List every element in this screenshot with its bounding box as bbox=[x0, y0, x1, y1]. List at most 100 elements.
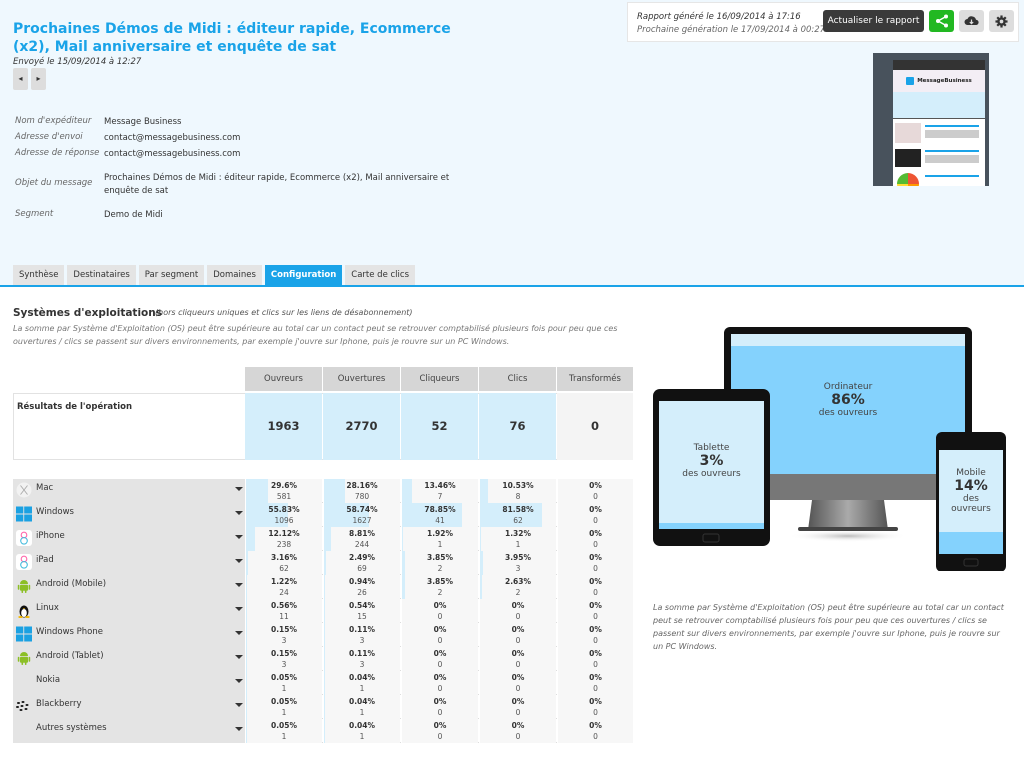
cell-count: 238 bbox=[276, 540, 292, 549]
cell-ouvertures: 0.04% 1 bbox=[323, 671, 400, 695]
previous-button[interactable]: ◂ bbox=[13, 68, 28, 90]
os-row-toggle[interactable]: Blackberry bbox=[13, 695, 245, 719]
os-name: Nokia bbox=[36, 675, 61, 685]
cell-count: 15 bbox=[357, 612, 367, 621]
tab-par-segment[interactable]: Par segment bbox=[138, 265, 205, 285]
cell-count: 3 bbox=[359, 660, 365, 669]
cell-cliqueurs: 78.85% 41 bbox=[401, 503, 478, 527]
tab-synthese[interactable]: Synthèse bbox=[13, 265, 65, 285]
tab-domaines[interactable]: Domaines bbox=[207, 265, 262, 285]
cell-cliqueurs: 13.46% 7 bbox=[401, 479, 478, 503]
brand-logo-icon bbox=[906, 77, 915, 85]
windows-icon bbox=[16, 626, 32, 642]
caret-down-icon[interactable] bbox=[235, 703, 243, 707]
cell-ouvertures: 58.74% 1627 bbox=[323, 503, 400, 527]
section-description: La somme par Système d'Exploitation (OS)… bbox=[13, 324, 618, 346]
os-row-toggle[interactable]: Linux bbox=[13, 599, 245, 623]
cell-percent: 0% bbox=[589, 577, 602, 586]
os-row-toggle[interactable]: Android (Mobile) bbox=[13, 575, 245, 599]
cell-percent: 0% bbox=[589, 529, 602, 538]
tab-destinataires[interactable]: Destinataires bbox=[67, 265, 136, 285]
cell-count: 0 bbox=[437, 684, 443, 693]
cell-transformes: 0% 0 bbox=[557, 575, 633, 599]
column-header-cliqueurs: Cliqueurs bbox=[401, 367, 478, 391]
mobile-value: 14% bbox=[954, 478, 988, 494]
caret-down-icon[interactable] bbox=[235, 559, 243, 563]
os-row-toggle[interactable]: Mac bbox=[13, 479, 245, 503]
cell-clics: 0% 0 bbox=[479, 719, 556, 743]
tab-configuration[interactable]: Configuration bbox=[264, 265, 343, 285]
cell-count: 3 bbox=[515, 564, 521, 573]
cell-cliqueurs: 0% 0 bbox=[401, 599, 478, 623]
cell-count: 1096 bbox=[274, 516, 294, 525]
os-name: Windows Phone bbox=[36, 627, 103, 637]
os-row-toggle[interactable]: Nokia bbox=[13, 671, 245, 695]
cell-ouvreurs: 3.16% 62 bbox=[245, 551, 322, 575]
caret-down-icon[interactable] bbox=[235, 535, 243, 539]
info-value: Prochaines Démos de Midi : éditeur rapid… bbox=[104, 173, 450, 196]
cell-percent: 0% bbox=[589, 505, 602, 514]
cell-count: 3 bbox=[281, 636, 287, 645]
cell-count: 1 bbox=[281, 732, 287, 741]
gear-icon bbox=[995, 14, 1008, 28]
cell-cliqueurs: 0% 0 bbox=[401, 695, 478, 719]
caret-down-icon[interactable] bbox=[235, 631, 243, 635]
caret-down-icon[interactable] bbox=[235, 727, 243, 731]
table-row: Autres systèmes 0.05% 1 0.04% 1 0% 0 0% 0 0% 0 bbox=[13, 719, 633, 743]
cell-clics: 0% 0 bbox=[479, 695, 556, 719]
share-icon bbox=[935, 14, 948, 28]
os-row-toggle[interactable]: Android (Tablet) bbox=[13, 647, 245, 671]
cell-ouvreurs: 0.05% 1 bbox=[245, 671, 322, 695]
os-row-toggle[interactable]: Autres systèmes bbox=[13, 719, 245, 743]
caret-down-icon[interactable] bbox=[235, 607, 243, 611]
cell-count: 62 bbox=[279, 564, 289, 573]
refresh-report-button[interactable]: Actualiser le rapport bbox=[823, 10, 924, 32]
caret-down-icon[interactable] bbox=[235, 487, 243, 491]
cell-count: 1 bbox=[359, 708, 365, 717]
cell-count: 581 bbox=[276, 492, 292, 501]
cell-count: 0 bbox=[437, 636, 443, 645]
mac-icon bbox=[16, 482, 32, 498]
cell-ouvreurs: 12.12% 238 bbox=[245, 527, 322, 551]
caret-down-icon[interactable] bbox=[235, 679, 243, 683]
cell-ouvertures: 0.04% 1 bbox=[323, 695, 400, 719]
cell-percent: 0.05% bbox=[270, 673, 298, 682]
settings-button[interactable] bbox=[989, 10, 1014, 32]
cell-percent: 0% bbox=[433, 673, 447, 682]
share-button[interactable] bbox=[929, 10, 954, 32]
cell-percent: 2.49% bbox=[348, 553, 376, 562]
caret-down-icon[interactable] bbox=[235, 655, 243, 659]
cell-percent: 0.56% bbox=[270, 601, 298, 610]
cell-cliqueurs: 0% 0 bbox=[401, 623, 478, 647]
computer-stat: Ordinateur 86% des ouvreurs bbox=[777, 382, 919, 418]
table-row: Android (Tablet) 0.15% 3 0.11% 3 0% 0 0% 0 0% 0 bbox=[13, 647, 633, 671]
tab-divider bbox=[0, 285, 1024, 287]
cell-count: 780 bbox=[354, 492, 370, 501]
download-button[interactable] bbox=[959, 10, 984, 32]
os-row-toggle[interactable]: iPad bbox=[13, 551, 245, 575]
chevron-left-icon: ◂ bbox=[18, 74, 23, 83]
computer-sub: des ouvreurs bbox=[818, 408, 878, 418]
os-row-toggle[interactable]: Windows bbox=[13, 503, 245, 527]
os-row-toggle[interactable]: iPhone bbox=[13, 527, 245, 551]
cell-percent: 1.22% bbox=[270, 577, 298, 586]
os-row-toggle[interactable]: Windows Phone bbox=[13, 623, 245, 647]
cell-cliqueurs: 3.85% 2 bbox=[401, 575, 478, 599]
cell-count: 8 bbox=[515, 492, 521, 501]
cell-percent: 0% bbox=[433, 625, 447, 634]
cell-percent: 0% bbox=[589, 697, 602, 706]
email-preview-thumbnail[interactable]: MessageBusiness bbox=[873, 53, 989, 186]
cell-transformes: 0% 0 bbox=[557, 695, 633, 719]
cell-transformes: 0% 0 bbox=[557, 503, 633, 527]
tab-carte-de-clics[interactable]: Carte de clics bbox=[345, 265, 415, 285]
caret-down-icon[interactable] bbox=[235, 583, 243, 587]
tablet-value: 3% bbox=[699, 453, 724, 469]
cell-count: 3 bbox=[359, 636, 365, 645]
cell-count: 0 bbox=[437, 660, 443, 669]
tablet-sub: des ouvreurs bbox=[682, 469, 741, 479]
next-button[interactable]: ▸ bbox=[31, 68, 46, 90]
cell-clics: 10.53% 8 bbox=[479, 479, 556, 503]
cell-ouvertures: 2.49% 69 bbox=[323, 551, 400, 575]
os-name: Android (Mobile) bbox=[36, 579, 107, 589]
caret-down-icon[interactable] bbox=[235, 511, 243, 515]
